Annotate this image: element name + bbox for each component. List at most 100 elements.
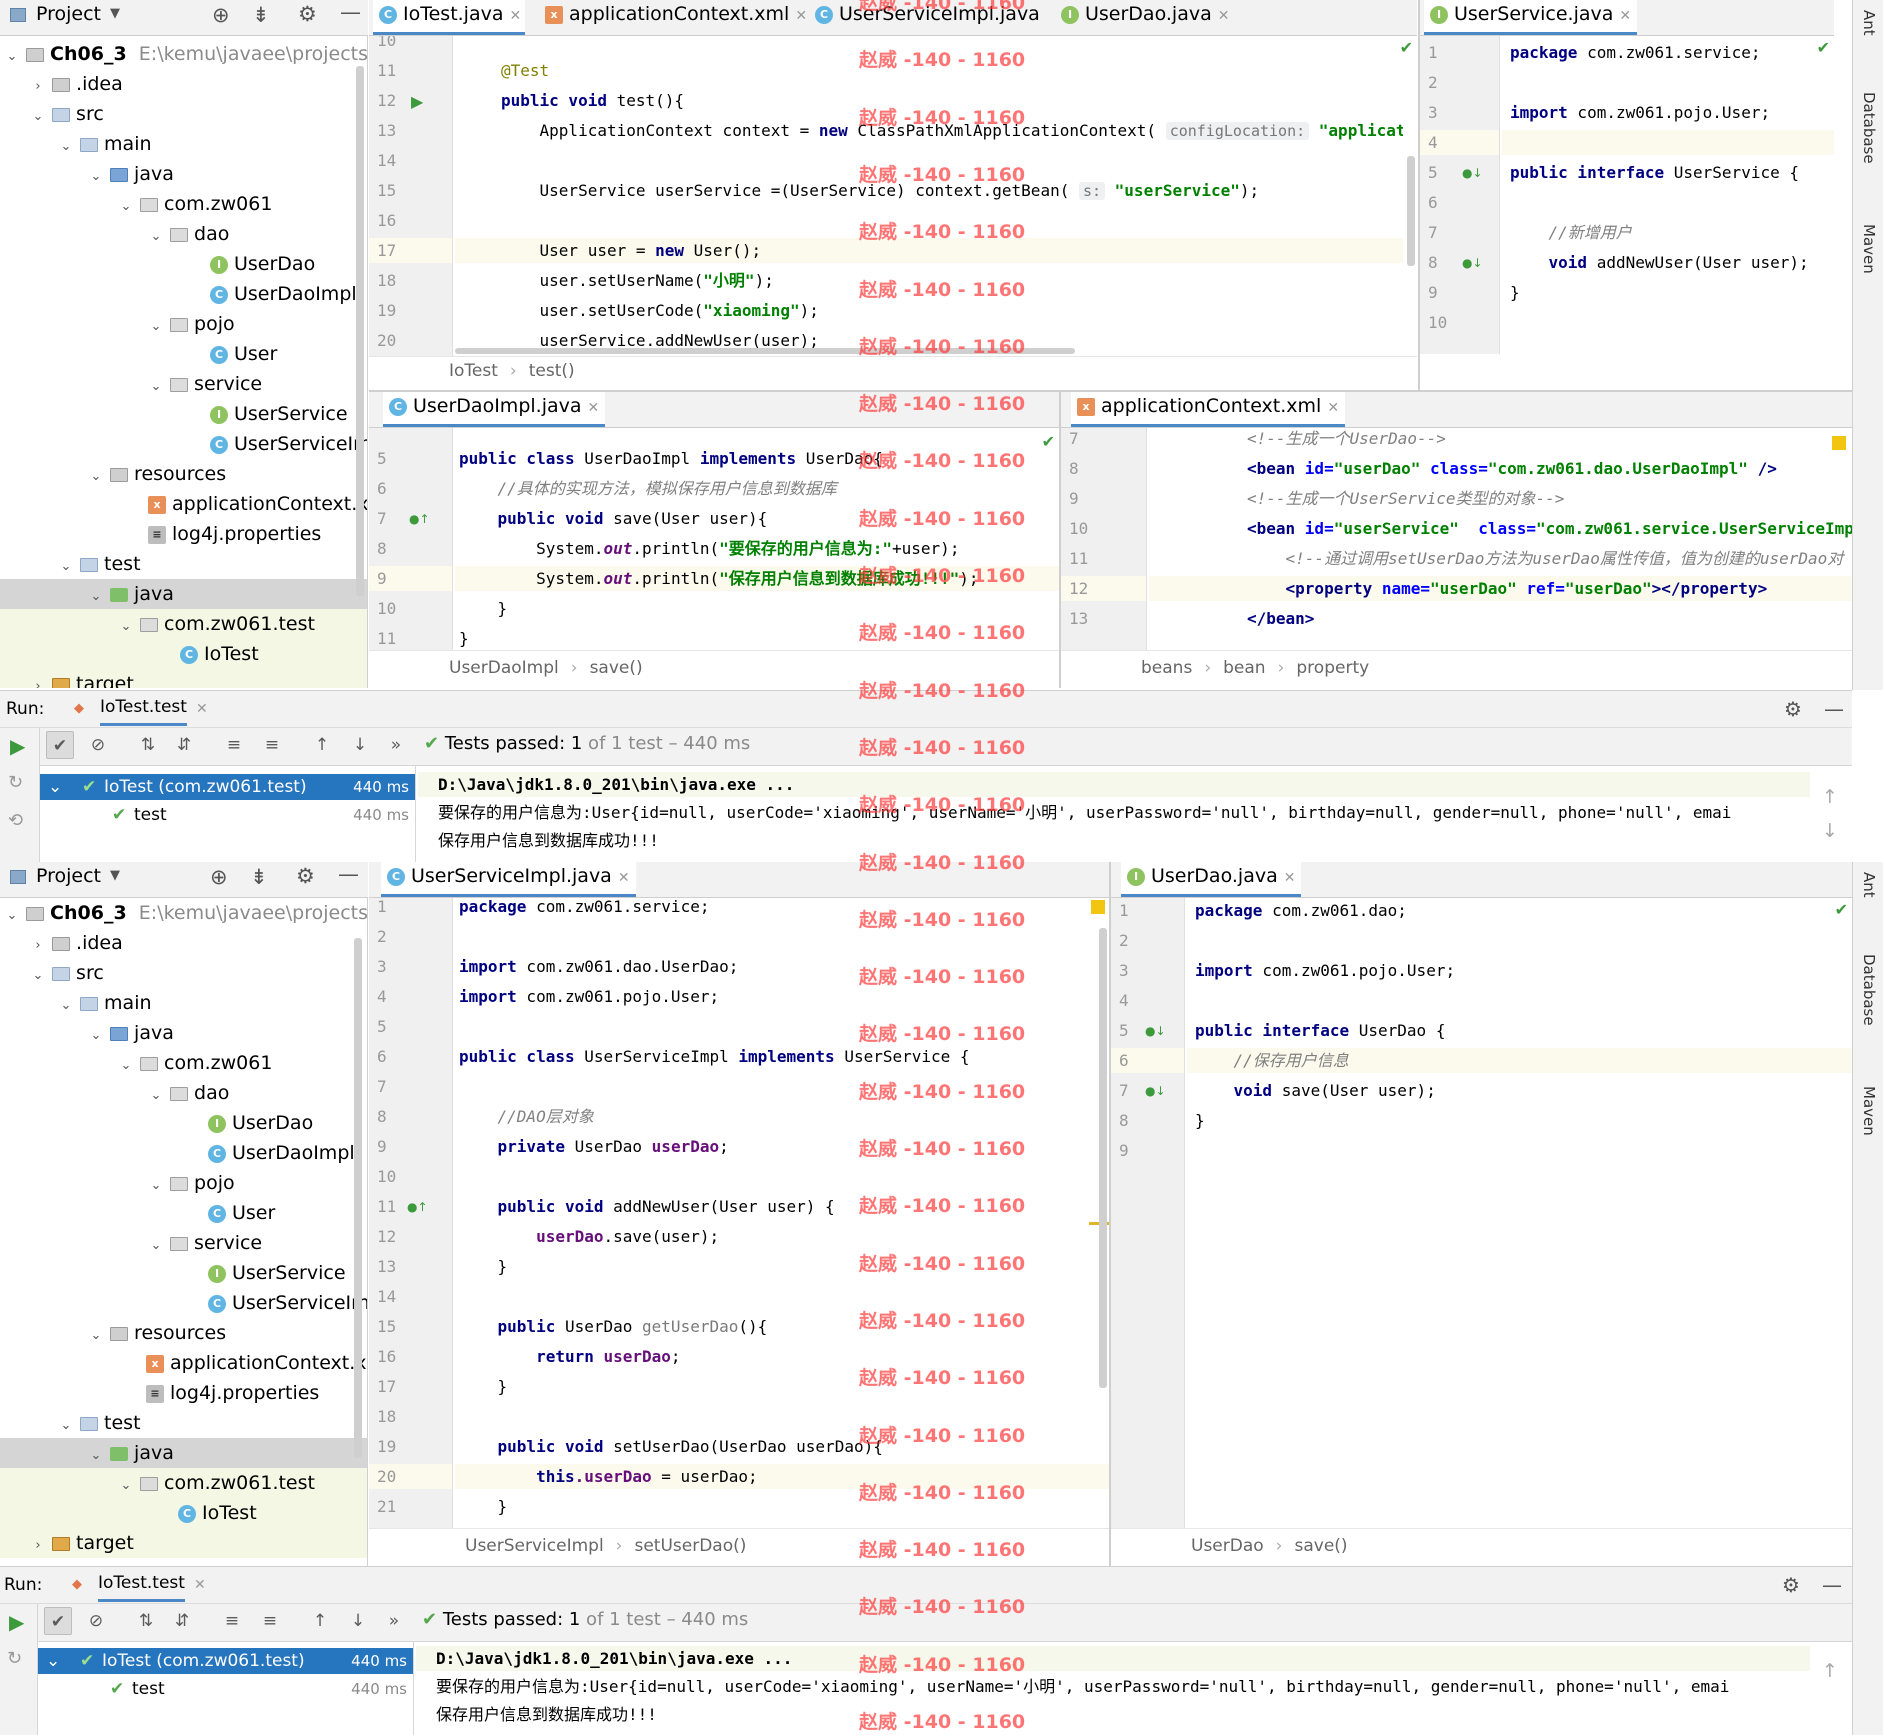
tree-item-log4j[interactable]: ≡ log4j.properties xyxy=(0,519,367,549)
tab-userserviceimpl[interactable]: C UserServiceImpl.java ✕ xyxy=(381,862,636,897)
tree-item-service[interactable]: ⌄ service xyxy=(0,369,367,399)
tree-item-iotest[interactable]: C IoTest xyxy=(0,639,367,669)
tree-item-test-java[interactable]: ⌄ java xyxy=(0,1438,367,1468)
tree-item-dao[interactable]: ⌄ dao xyxy=(0,1078,367,1108)
tree-item-userdao[interactable]: I UserDao xyxy=(0,249,367,279)
tree-item-dao[interactable]: ⌄ dao xyxy=(0,219,367,249)
test-tree-row[interactable]: ⌄ ✔ IoTest (com.zw061.test) 440 ms xyxy=(38,1648,413,1674)
userdao-editor[interactable]: 1 2 3 4 5 6 7 8 9 ●↓ ●↓ package com.zw06… xyxy=(1111,898,1852,1528)
tab-userdao-bottom[interactable]: I UserDao.java ✕ xyxy=(1121,862,1302,897)
tree-item-resources[interactable]: ⌄ resources xyxy=(0,459,367,489)
show-passed-icon[interactable]: ✔ xyxy=(46,731,74,759)
tree-root[interactable]: ⌄ Ch06_3 E:\kemu\javaee\projects\Ch xyxy=(0,39,367,69)
tree-item-userserviceimpl[interactable]: CUserServiceImp xyxy=(0,1288,367,1318)
tab-appcontext-xml[interactable]: x applicationContext.xml ✕ xyxy=(1071,392,1346,427)
test-tree-row[interactable]: ⌄ ✔ IoTest (com.zw061.test) 440 ms xyxy=(40,774,415,800)
rerun-icon[interactable]: ▶ xyxy=(9,1610,24,1634)
tree-item-appcontext[interactable]: x applicationContext.xm xyxy=(0,489,367,519)
gear-icon[interactable]: ⚙ xyxy=(1782,1567,1800,1603)
h-scrollbar[interactable] xyxy=(455,348,1075,354)
tree-item-userdao[interactable]: I UserDao xyxy=(0,1108,367,1138)
minimize-icon[interactable]: — xyxy=(1824,691,1844,727)
show-ignored-icon[interactable]: ⊘ xyxy=(84,731,112,759)
userdaoimpl-editor[interactable]: 5 6 7 8 9 10 11 ●↑ public class UserDaoI… xyxy=(369,428,1059,650)
tree-item-appcontext[interactable]: x applicationContext.xm xyxy=(0,1348,367,1378)
userserviceimpl-editor[interactable]: 1 2 3 4 5 6 7 8 9 10 11 12 13 14 15 16 1… xyxy=(369,898,1109,1528)
collapse-all-icon[interactable]: ⇟ xyxy=(250,865,268,889)
tree-item-java[interactable]: ⌄ java xyxy=(0,1018,367,1048)
test-tree-row[interactable]: ✔ test 440 ms xyxy=(40,802,415,828)
tree-root[interactable]: ⌄ Ch06_3 E:\kemu\javaee\projects\Ch xyxy=(0,898,367,928)
maven-tool[interactable]: Maven xyxy=(1860,224,1878,274)
tree-item-user[interactable]: C User xyxy=(0,1198,367,1228)
gear-icon[interactable]: ⚙ xyxy=(296,864,315,888)
tree-item-service[interactable]: ⌄ service xyxy=(0,1228,367,1258)
warning-marker-icon[interactable] xyxy=(1091,900,1105,914)
editor-scrollbar[interactable] xyxy=(1407,156,1415,266)
tree-item-pojo[interactable]: ⌄ pojo xyxy=(0,1168,367,1198)
run-test-icon[interactable]: ▶ xyxy=(411,92,423,111)
run-tab[interactable]: IoTest.test xyxy=(100,691,187,726)
maven-tool[interactable]: Maven xyxy=(1860,1086,1878,1136)
implements-icon[interactable]: ●↑ xyxy=(409,512,430,526)
tree-item-userdaoimpl[interactable]: C UserDaoImpl xyxy=(0,279,367,309)
show-ignored-icon[interactable]: ⊘ xyxy=(82,1607,110,1635)
rerun-icon[interactable]: ▶ xyxy=(10,734,25,758)
scroll-down-icon[interactable]: ↓ xyxy=(1822,820,1838,842)
tree-item-package[interactable]: ⌄ com.zw061 xyxy=(0,1048,367,1078)
minimize-icon[interactable]: — xyxy=(340,0,361,24)
tree-item-idea[interactable]: › .idea xyxy=(0,69,367,99)
tree-item-src[interactable]: ⌄ src xyxy=(0,958,367,988)
tree-item-test-java[interactable]: ⌄ java xyxy=(0,579,367,609)
sort-duration-icon[interactable]: ⇵ xyxy=(170,731,198,759)
minimize-icon[interactable]: — xyxy=(1822,1567,1842,1603)
iotest-editor[interactable]: 10 11 12 13 14 15 16 17 18 19 20 ▶ @Test… xyxy=(369,36,1417,356)
tree-item-test[interactable]: ⌄ test xyxy=(0,1408,367,1438)
chevron-down-icon[interactable]: ▼ xyxy=(110,868,120,883)
gear-icon[interactable]: ⚙ xyxy=(298,2,317,26)
scroll-up-icon[interactable]: ↑ xyxy=(1822,786,1838,808)
tree-item-log4j[interactable]: ≡ log4j.properties xyxy=(0,1378,367,1408)
crosshair-icon[interactable]: ⊕ xyxy=(212,3,230,27)
sort-duration-icon[interactable]: ⇵ xyxy=(168,1607,196,1635)
tab-userservice[interactable]: I UserService.java ✕ xyxy=(1424,0,1638,35)
rerun-failed-icon[interactable]: ↻ xyxy=(8,772,23,793)
tab-userdaoimpl[interactable]: C UserDaoImpl.java ✕ xyxy=(383,392,606,427)
prev-icon[interactable]: ↑ xyxy=(308,731,336,759)
ant-tool[interactable]: Ant xyxy=(1860,10,1878,36)
collapse-all-icon[interactable]: ⇟ xyxy=(252,3,270,27)
tree-item-iotest[interactable]: C IoTest xyxy=(0,1498,367,1528)
sort-alpha-icon[interactable]: ⇅ xyxy=(134,731,162,759)
tab-iotest[interactable]: C IoTest.java ✕ xyxy=(373,0,525,35)
tree-item-target[interactable]: › target xyxy=(0,669,367,688)
scroll-up-icon[interactable]: ↑ xyxy=(1822,1660,1838,1682)
userservice-editor[interactable]: 1 2 3 4 5 6 7 8 9 10 ●↓ ●↓ package com.z… xyxy=(1420,36,1834,354)
more-icon[interactable]: » xyxy=(382,731,410,759)
tree-item-target[interactable]: › target xyxy=(0,1528,367,1558)
expand-all-icon[interactable]: ≡ xyxy=(218,1607,246,1635)
console-output[interactable]: D:\Java\jdk1.8.0_201\bin\java.exe ... 要保… xyxy=(416,1642,1810,1735)
ant-tool[interactable]: Ant xyxy=(1860,872,1878,898)
close-icon[interactable]: ✕ xyxy=(196,691,208,727)
tree-item-package[interactable]: ⌄ com.zw061 xyxy=(0,189,367,219)
implemented-icon[interactable]: ●↓ xyxy=(1462,256,1483,270)
close-icon[interactable]: ✕ xyxy=(194,1567,206,1603)
collapse-all-icon[interactable]: ≡ xyxy=(256,1607,284,1635)
tree-item-userservice[interactable]: I UserService xyxy=(0,1258,367,1288)
database-tool[interactable]: Database xyxy=(1860,954,1878,1026)
tree-scrollbar[interactable] xyxy=(354,938,362,1458)
tree-item-pojo[interactable]: ⌄ pojo xyxy=(0,309,367,339)
tree-item-src[interactable]: ⌄ src xyxy=(0,99,367,129)
expand-all-icon[interactable]: ≡ xyxy=(220,731,248,759)
project-title[interactable]: Project xyxy=(36,865,101,887)
test-tree-row[interactable]: ✔ test 440 ms xyxy=(38,1676,413,1702)
tree-item-user[interactable]: C User xyxy=(0,339,367,369)
gear-icon[interactable]: ⚙ xyxy=(1784,691,1802,727)
xml-editor[interactable]: 7 8 9 10 11 12 13 <!--生成一个UserDao--> <be… xyxy=(1061,428,1852,650)
run-tab[interactable]: IoTest.test xyxy=(98,1567,185,1602)
sort-alpha-icon[interactable]: ⇅ xyxy=(132,1607,160,1635)
tree-scrollbar[interactable] xyxy=(356,66,364,596)
implemented-icon[interactable]: ●↓ xyxy=(1145,1084,1166,1098)
close-icon[interactable]: ✕ xyxy=(1619,8,1631,24)
implements-icon[interactable]: ●↑ xyxy=(407,1200,428,1214)
